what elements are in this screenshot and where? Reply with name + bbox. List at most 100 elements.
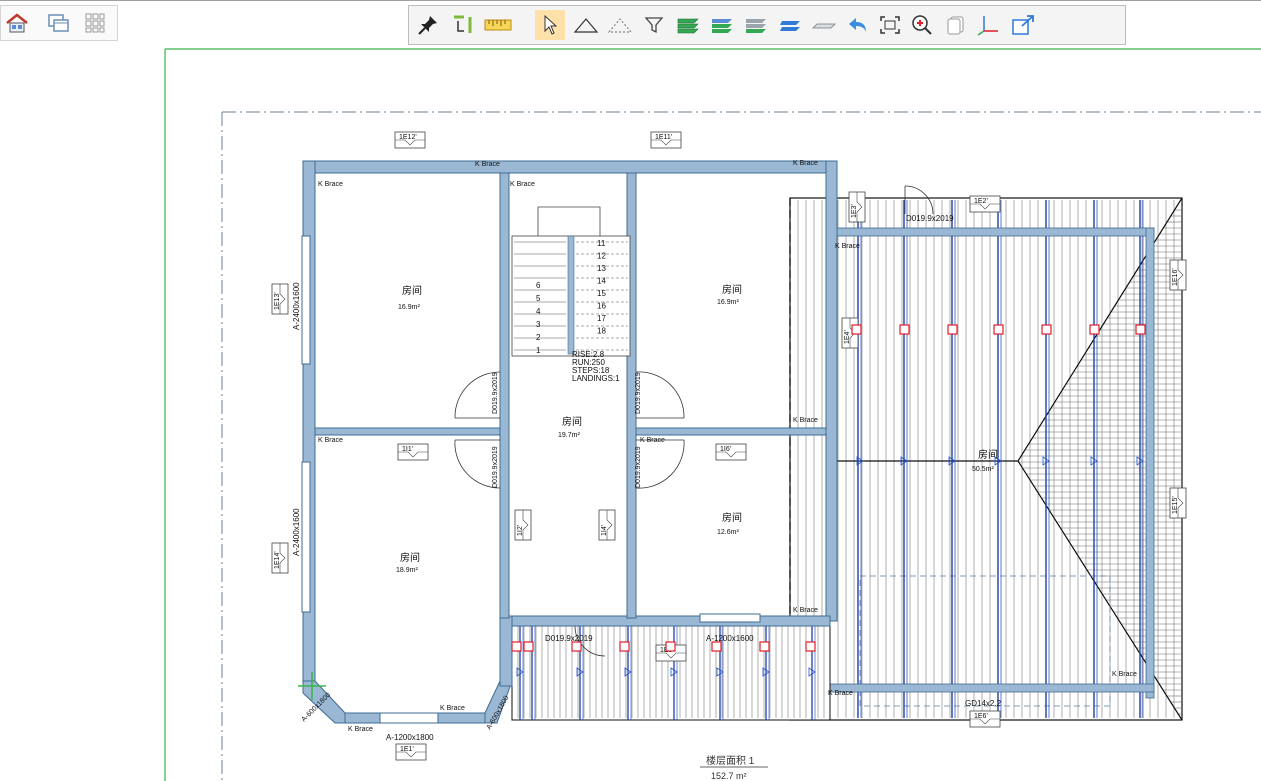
tag-box: 1E11' [650,131,682,149]
layers-gray-green-button[interactable] [741,10,771,40]
pin-button[interactable] [413,10,443,40]
tag-label: 1E15' [1172,496,1179,514]
red-marker [665,641,676,652]
door-label: D019.9x2019 [906,214,954,223]
tag-label: 1E2' [974,198,988,205]
stair-step-number: 2 [536,333,541,342]
roof-outline-button[interactable] [605,10,635,40]
undo-button[interactable] [843,10,873,40]
pin-icon [418,16,437,35]
layers-icon [712,19,732,33]
export-icon [1012,15,1034,35]
layer-single-button[interactable] [775,10,805,40]
door-label: D019.9x2019 [545,634,593,643]
roof-button[interactable] [571,10,601,40]
brace-label: K Brace [318,181,343,188]
window-label: A-1200x1800 [386,733,434,742]
plane-icon [812,23,836,29]
axes-icon [977,16,998,36]
tag-box: 1I6' [715,443,747,461]
window-label: A-2400x1600 [292,282,301,330]
stair-step-number: 13 [597,264,606,273]
door-label: D019.9x2019 [635,372,642,414]
brace-label: K Brace [475,161,500,168]
door-label: D019.9x2019 [492,446,499,488]
brace-label: K Brace [440,705,465,712]
tag-box: 1E14' [271,542,289,574]
axes-button[interactable] [973,10,1003,40]
layers-icon [746,19,766,33]
room-area: 12.6m² [717,529,739,536]
deck-top-beam [831,227,1155,237]
stair-step-number: 1 [536,346,541,355]
filter-icon [644,17,664,34]
deck-right-beam [1145,227,1155,699]
zoom-extents-button[interactable] [875,10,905,40]
tag-label: 1E12' [399,134,417,141]
select-button[interactable] [535,10,565,40]
door-label: GD14x2.2 [965,699,1002,708]
tag-label: 1I4' [601,525,608,536]
room-area: 16.9m² [717,299,739,306]
window-view-button[interactable] [47,11,71,35]
layers-green-button[interactable] [673,10,703,40]
grid-view-button[interactable] [83,11,107,35]
staircase[interactable]: RISE:2.8 RUN:250 STEPS:18 LANDINGS:1 111… [511,206,631,383]
red-marker [993,324,1004,335]
brace-label: K Brace [510,181,535,188]
layer-icon [780,21,800,31]
grid-icon [85,13,105,33]
layers-blue-green-button[interactable] [707,10,737,40]
copy-button[interactable] [941,10,971,40]
home-view-button[interactable] [5,11,29,35]
tag-box: 1E6' [969,710,1001,728]
stair-step-number: 17 [597,314,606,323]
zoom-in-icon [912,15,932,35]
tag-box: 1I2' [514,509,532,541]
roof-outline-icon [607,18,633,33]
brace-label: K Brace [348,726,373,733]
red-marker [899,324,910,335]
tag-label: 1E14' [274,551,281,569]
tag-box: 1I4' [598,509,616,541]
view-toolbar [0,5,118,41]
red-marker [851,324,862,335]
stair-step-number: 12 [597,252,606,261]
stair-step-number: 16 [597,302,606,311]
tag-label: 1E1' [400,746,414,753]
tag-label: 1I1' [402,446,413,453]
door-label: D019.9x2019 [492,372,499,414]
top-divider [0,0,1261,1]
bracket-button[interactable] [447,10,477,40]
filter-button[interactable] [639,10,669,40]
tag-box: 1E3' [848,191,866,223]
brace-label: K Brace [828,690,853,697]
red-marker [1041,324,1052,335]
deck-bottom-beam [819,683,1155,693]
ruler-icon [484,19,512,31]
brace-label: K Brace [793,417,818,424]
red-marker [947,324,958,335]
measure-button[interactable] [483,10,513,40]
red-marker [511,641,522,652]
plan-canvas[interactable]: RISE:2.8 RUN:250 STEPS:18 LANDINGS:1 111… [0,0,1261,781]
plane-button[interactable] [809,10,839,40]
floor-area-value: 152.7 m² [711,771,747,781]
tag-label: 1E11' [655,134,672,141]
zoom-in-button[interactable] [907,10,937,40]
brace-label: K Brace [640,437,665,444]
export-button[interactable] [1009,10,1039,40]
red-marker [523,641,534,652]
room-area: 18.9m² [396,567,418,574]
room-name: 房间 [722,283,742,296]
room-area: 16.9m² [398,304,420,311]
house-icon [6,13,28,33]
room-area: 50.5m² [972,466,994,473]
cursor-icon [544,14,558,35]
tag-label: 1E13' [274,292,281,310]
layers-icon [677,18,699,34]
tag-box: 1E13' [271,283,289,315]
stair-step-number: 6 [536,281,541,290]
tag-label: 1E4' [844,330,851,344]
brace-label: K Brace [1112,671,1137,678]
